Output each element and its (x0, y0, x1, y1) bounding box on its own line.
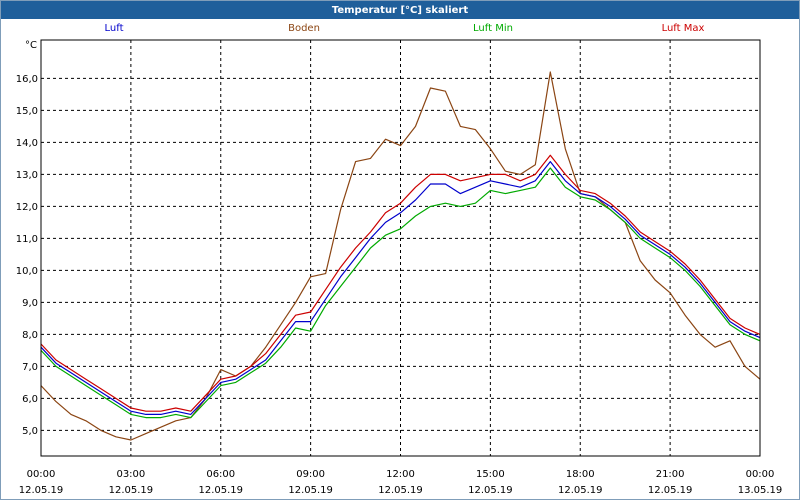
y-tick-label: 6,0 (22, 394, 38, 405)
y-tick-label: 11,0 (16, 234, 38, 245)
y-tick-label: 10,0 (16, 266, 38, 277)
y-tick-label: 5,0 (22, 426, 38, 437)
x-tick-time: 03:00 (116, 469, 145, 480)
x-tick-time: 00:00 (27, 469, 56, 480)
y-tick-label: 13,0 (16, 170, 38, 181)
x-tick-time: 06:00 (206, 469, 235, 480)
y-tick-label: 14,0 (16, 138, 38, 149)
y-tick-label: 8,0 (22, 330, 38, 341)
x-tick-date: 12.05.19 (109, 485, 154, 496)
x-ticks: 00:00 12.05.19 03:00 12.05.19 06:00 12.05.19 0… (19, 469, 783, 496)
y-tick-label: 16,0 (16, 74, 38, 85)
x-tick-date: 12.05.19 (648, 485, 693, 496)
x-tick-date: 12.05.19 (558, 485, 603, 496)
x-tick-time: 18:00 (566, 469, 595, 480)
grid (41, 40, 760, 456)
x-tick-time: 12:00 (386, 469, 415, 480)
x-tick-date: 12.05.19 (19, 485, 64, 496)
y-ticks: 5,0 6,0 7,0 8,0 9,0 10,0 11,0 12,0 13,0 14,0 15,0 1… (16, 74, 38, 437)
y-tick-label: 12,0 (16, 202, 38, 213)
y-tick-label: 9,0 (22, 298, 38, 309)
x-tick-date: 12.05.19 (468, 485, 513, 496)
y-tick-label: 7,0 (22, 362, 38, 373)
x-tick-time: 21:00 (656, 469, 685, 480)
x-tick-date: 12.05.19 (288, 485, 333, 496)
x-tick-time: 09:00 (296, 469, 325, 480)
x-tick-date: 12.05.19 (198, 485, 243, 496)
temperature-chart: °C 5,0 6,0 7,0 8,0 9,0 10,0 11,0 12,0 13,0 14,0 15… (16, 39, 783, 496)
x-tick-time: 00:00 (746, 469, 775, 480)
x-tick-date: 12.05.19 (378, 485, 423, 496)
x-tick-date: 13.05.19 (738, 485, 783, 496)
chart-window: Temperatur [°C] skaliert Luft Boden Luft… (0, 0, 800, 500)
y-tick-label: 15,0 (16, 106, 38, 117)
x-tick-time: 15:00 (476, 469, 505, 480)
y-unit-label: °C (25, 40, 37, 51)
